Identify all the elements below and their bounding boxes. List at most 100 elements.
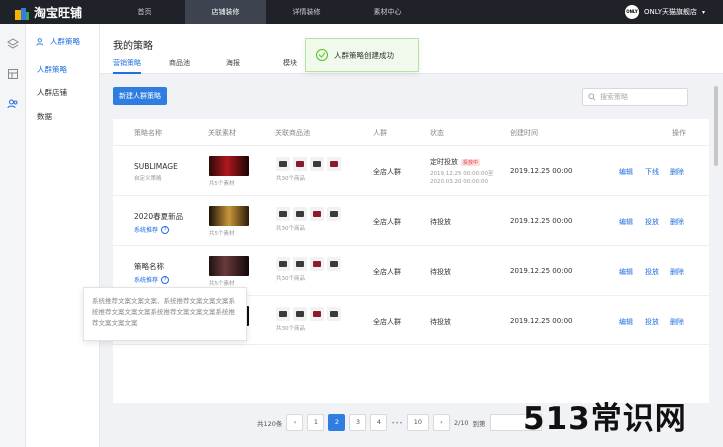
delete-button[interactable]: 删除 bbox=[670, 267, 684, 277]
edit-button[interactable]: 编辑 bbox=[619, 217, 633, 227]
sidemenu-item-crowd-strategy[interactable]: 人群策略 bbox=[37, 64, 67, 75]
page-button[interactable]: 4 bbox=[370, 414, 388, 431]
page-button[interactable]: 10 bbox=[406, 414, 429, 431]
status-text: 待投放 bbox=[430, 268, 451, 276]
success-toast: 人群策略创建成功 bbox=[305, 38, 419, 72]
publish-button[interactable]: 投放 bbox=[645, 267, 659, 277]
strategy-type: 自定义策略 bbox=[134, 176, 162, 182]
shop-name: ONLY天猫旗舰店 bbox=[643, 8, 697, 16]
side-menu: 人群策略 人群策略 人群店铺 数据 bbox=[26, 24, 100, 447]
material-thumbnail[interactable] bbox=[209, 256, 249, 276]
crowd-icon bbox=[36, 37, 44, 45]
app-logo[interactable]: 淘宝旺铺 bbox=[14, 4, 82, 21]
crowd-value: 全店人群 bbox=[373, 218, 401, 226]
product-thumb bbox=[327, 257, 341, 271]
search-placeholder: 搜索策略 bbox=[600, 93, 628, 101]
watermark: 513常识网 bbox=[523, 401, 687, 437]
publish-button[interactable]: 投放 bbox=[645, 217, 659, 227]
scrollbar[interactable] bbox=[714, 86, 718, 166]
product-thumbs[interactable] bbox=[276, 257, 341, 271]
material-count: 共5个素材 bbox=[209, 231, 235, 237]
status-text: 待投放 bbox=[430, 318, 451, 326]
table-row: 2020春夏新品 系统推荐? 共5个素材 共30个商品 全店人群 待投放 201… bbox=[113, 195, 709, 245]
nav-detail-decoration[interactable]: 详情装修 bbox=[266, 0, 347, 24]
next-page-button[interactable]: › bbox=[432, 414, 450, 431]
sidemenu-item-crowd-shop[interactable]: 人群店铺 bbox=[37, 87, 67, 98]
search-input[interactable]: 搜索策略 bbox=[582, 88, 688, 106]
tab-product-pool[interactable]: 商品池 bbox=[169, 58, 226, 74]
product-thumb bbox=[310, 207, 324, 221]
users-icon[interactable] bbox=[7, 98, 19, 110]
status-schedule: 2019.12.25 00:00:00至 2020.03.20 00:00:00 bbox=[430, 171, 494, 185]
offline-button[interactable]: 下线 bbox=[645, 167, 659, 177]
created-time: 2019.12.25 00:00 bbox=[510, 267, 573, 275]
page-header: 我的策略 营销策略 商品池 海报 模块 人群策略创建成功 bbox=[100, 24, 723, 74]
edit-button[interactable]: 编辑 bbox=[619, 267, 633, 277]
delete-button[interactable]: 删除 bbox=[670, 167, 684, 177]
tab-marketing-strategy[interactable]: 营销策略 bbox=[113, 58, 141, 74]
page-button-current[interactable]: 2 bbox=[328, 414, 346, 431]
table-row: SUBLIMAGE 自定义策略 共5个素材 共30个商品 全店人群 定时投放 投放… bbox=[113, 145, 709, 195]
edit-button[interactable]: 编辑 bbox=[619, 317, 633, 327]
product-thumb bbox=[276, 257, 290, 271]
help-icon[interactable]: ? bbox=[161, 275, 170, 284]
side-menu-title: 人群策略 bbox=[50, 37, 80, 46]
status-text: 待投放 bbox=[430, 218, 451, 226]
product-thumbs[interactable] bbox=[276, 307, 341, 321]
check-circle-icon bbox=[316, 49, 328, 61]
system-recommend: 系统推荐? bbox=[134, 225, 183, 234]
page-title: 我的策略 bbox=[113, 41, 153, 52]
created-time: 2019.12.25 00:00 bbox=[510, 317, 573, 325]
nav-home[interactable]: 首页 bbox=[104, 0, 185, 24]
col-material: 关联素材 bbox=[208, 129, 236, 137]
strategy-name: 2020春夏新品 bbox=[134, 212, 184, 221]
shop-switcher[interactable]: ONLY ONLY天猫旗舰店 ▾ bbox=[624, 0, 705, 24]
col-name: 策略名称 bbox=[134, 129, 162, 137]
page-button[interactable]: 1 bbox=[307, 414, 325, 431]
sidemenu-item-data[interactable]: 数据 bbox=[37, 111, 52, 122]
search-icon bbox=[588, 93, 596, 101]
strategy-name: SUBLIMAGE bbox=[134, 162, 178, 171]
product-thumb bbox=[276, 207, 290, 221]
recommend-tooltip: 系统推荐文案文案文案、系统推荐文案文案文案系统推荐文案文案文案系统推荐文案文案文… bbox=[83, 287, 247, 341]
goto-label: 到第 bbox=[472, 419, 486, 428]
material-thumbnail[interactable] bbox=[209, 206, 249, 226]
nav-material-center[interactable]: 素材中心 bbox=[347, 0, 428, 24]
layout-icon[interactable] bbox=[7, 68, 19, 80]
help-icon[interactable]: ? bbox=[161, 225, 170, 234]
new-strategy-button[interactable]: 新建人群策略 bbox=[113, 87, 167, 105]
product-thumb bbox=[310, 257, 324, 271]
publish-button[interactable]: 投放 bbox=[645, 317, 659, 327]
top-nav: 首页 店铺装修 详情装修 素材中心 bbox=[104, 0, 428, 24]
status-badge: 投放中 bbox=[461, 159, 481, 166]
col-crowd: 人群 bbox=[373, 129, 387, 137]
layers-icon[interactable] bbox=[7, 38, 19, 50]
system-recommend: 系统推荐? bbox=[134, 275, 170, 284]
strategy-table: 策略名称 关联素材 关联商品池 人群 状态 创建时间 操作 SUBLIMAGE … bbox=[113, 119, 709, 403]
created-time: 2019.12.25 00:00 bbox=[510, 167, 573, 175]
edit-button[interactable]: 编辑 bbox=[619, 167, 633, 177]
product-thumb bbox=[293, 157, 307, 171]
product-thumbs[interactable] bbox=[276, 207, 341, 221]
product-thumb bbox=[293, 207, 307, 221]
page-button[interactable]: 3 bbox=[349, 414, 367, 431]
product-count: 共30个商品 bbox=[276, 326, 305, 332]
product-thumb bbox=[310, 307, 324, 321]
col-status: 状态 bbox=[430, 129, 444, 137]
material-count: 共5个素材 bbox=[209, 281, 235, 287]
tab-poster[interactable]: 海报 bbox=[226, 58, 283, 74]
material-thumbnail[interactable] bbox=[209, 156, 249, 176]
top-navbar: 淘宝旺铺 首页 店铺装修 详情装修 素材中心 ONLY ONLY天猫旗舰店 ▾ bbox=[0, 0, 723, 24]
product-thumb bbox=[276, 157, 290, 171]
col-products: 关联商品池 bbox=[275, 129, 310, 137]
delete-button[interactable]: 删除 bbox=[670, 217, 684, 227]
product-thumbs[interactable] bbox=[276, 157, 341, 171]
main-content: 我的策略 营销策略 商品池 海报 模块 人群策略创建成功 新建人群策略 搜索策略… bbox=[100, 24, 723, 447]
nav-shop-decoration[interactable]: 店铺装修 bbox=[185, 0, 266, 24]
col-actions: 操作 bbox=[672, 129, 686, 137]
delete-button[interactable]: 删除 bbox=[670, 317, 684, 327]
table-header: 策略名称 关联素材 关联商品池 人群 状态 创建时间 操作 bbox=[113, 119, 709, 145]
product-count: 共30个商品 bbox=[276, 226, 305, 232]
prev-page-button[interactable]: ‹ bbox=[286, 414, 304, 431]
shop-logo-icon bbox=[15, 7, 29, 20]
